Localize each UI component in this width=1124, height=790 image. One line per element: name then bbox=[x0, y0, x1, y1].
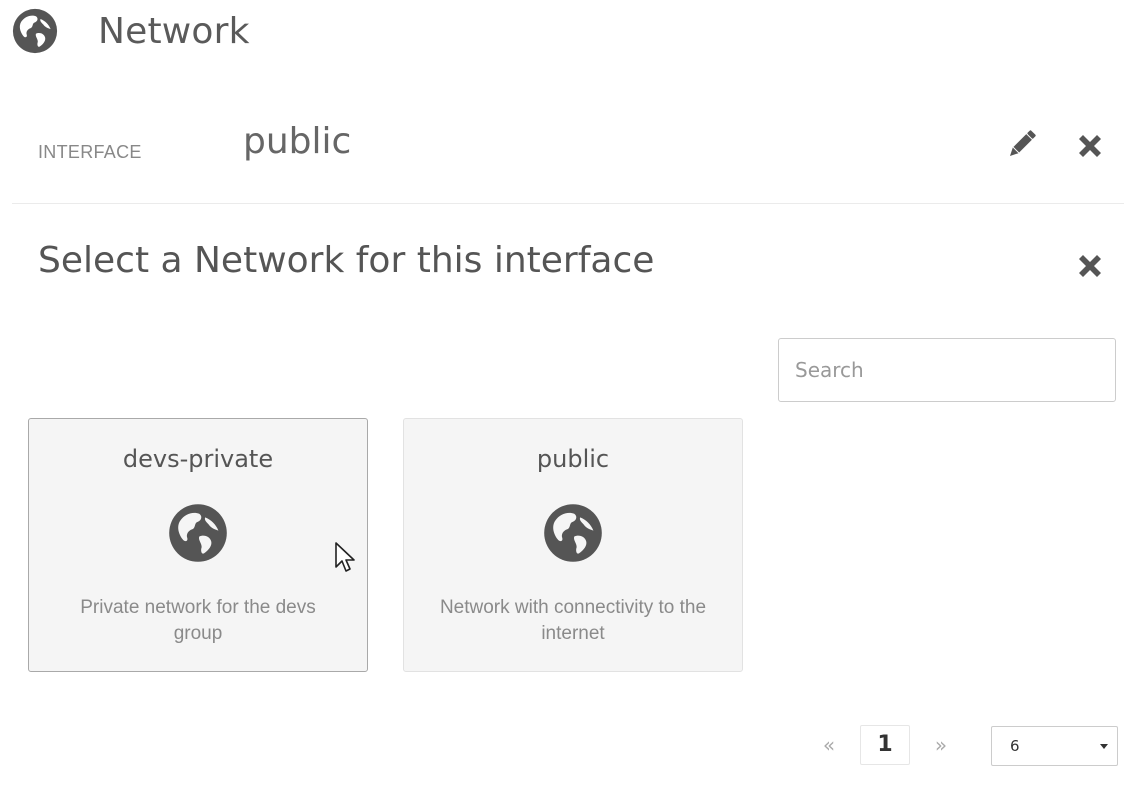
page-header: Network bbox=[12, 5, 250, 57]
globe-icon bbox=[168, 503, 228, 563]
search-input[interactable] bbox=[778, 338, 1116, 402]
page-title: Network bbox=[98, 10, 250, 52]
network-description: Private network for the devs group bbox=[80, 597, 316, 644]
network-description: Network with connectivity to the interne… bbox=[439, 597, 707, 644]
close-icon[interactable] bbox=[1074, 250, 1106, 282]
interface-label: INTERFACE bbox=[38, 142, 142, 162]
network-card-devs-private[interactable]: devs-private Private network for the dev… bbox=[28, 418, 368, 672]
interface-row: INTERFACE public bbox=[38, 118, 1110, 178]
network-name: devs-private bbox=[122, 445, 274, 473]
network-card-public[interactable]: public Network with connectivity to the … bbox=[403, 418, 743, 672]
divider bbox=[12, 203, 1124, 204]
close-icon[interactable] bbox=[1074, 130, 1106, 162]
pagination-prev[interactable]: « bbox=[818, 725, 840, 765]
network-name: public bbox=[536, 445, 610, 473]
globe-icon bbox=[543, 503, 603, 563]
page-size-select[interactable]: 6 bbox=[991, 726, 1118, 766]
chevron-down-icon bbox=[1100, 744, 1108, 749]
pagination-next[interactable]: » bbox=[930, 725, 952, 765]
mouse-cursor-icon bbox=[334, 541, 356, 575]
globe-icon bbox=[12, 8, 58, 54]
interface-value: public bbox=[243, 121, 352, 162]
pagination-current-page[interactable]: 1 bbox=[860, 725, 910, 765]
pencil-icon[interactable] bbox=[1004, 126, 1040, 162]
page-size-value: 6 bbox=[1010, 737, 1020, 755]
select-network-title: Select a Network for this interface bbox=[38, 240, 655, 281]
